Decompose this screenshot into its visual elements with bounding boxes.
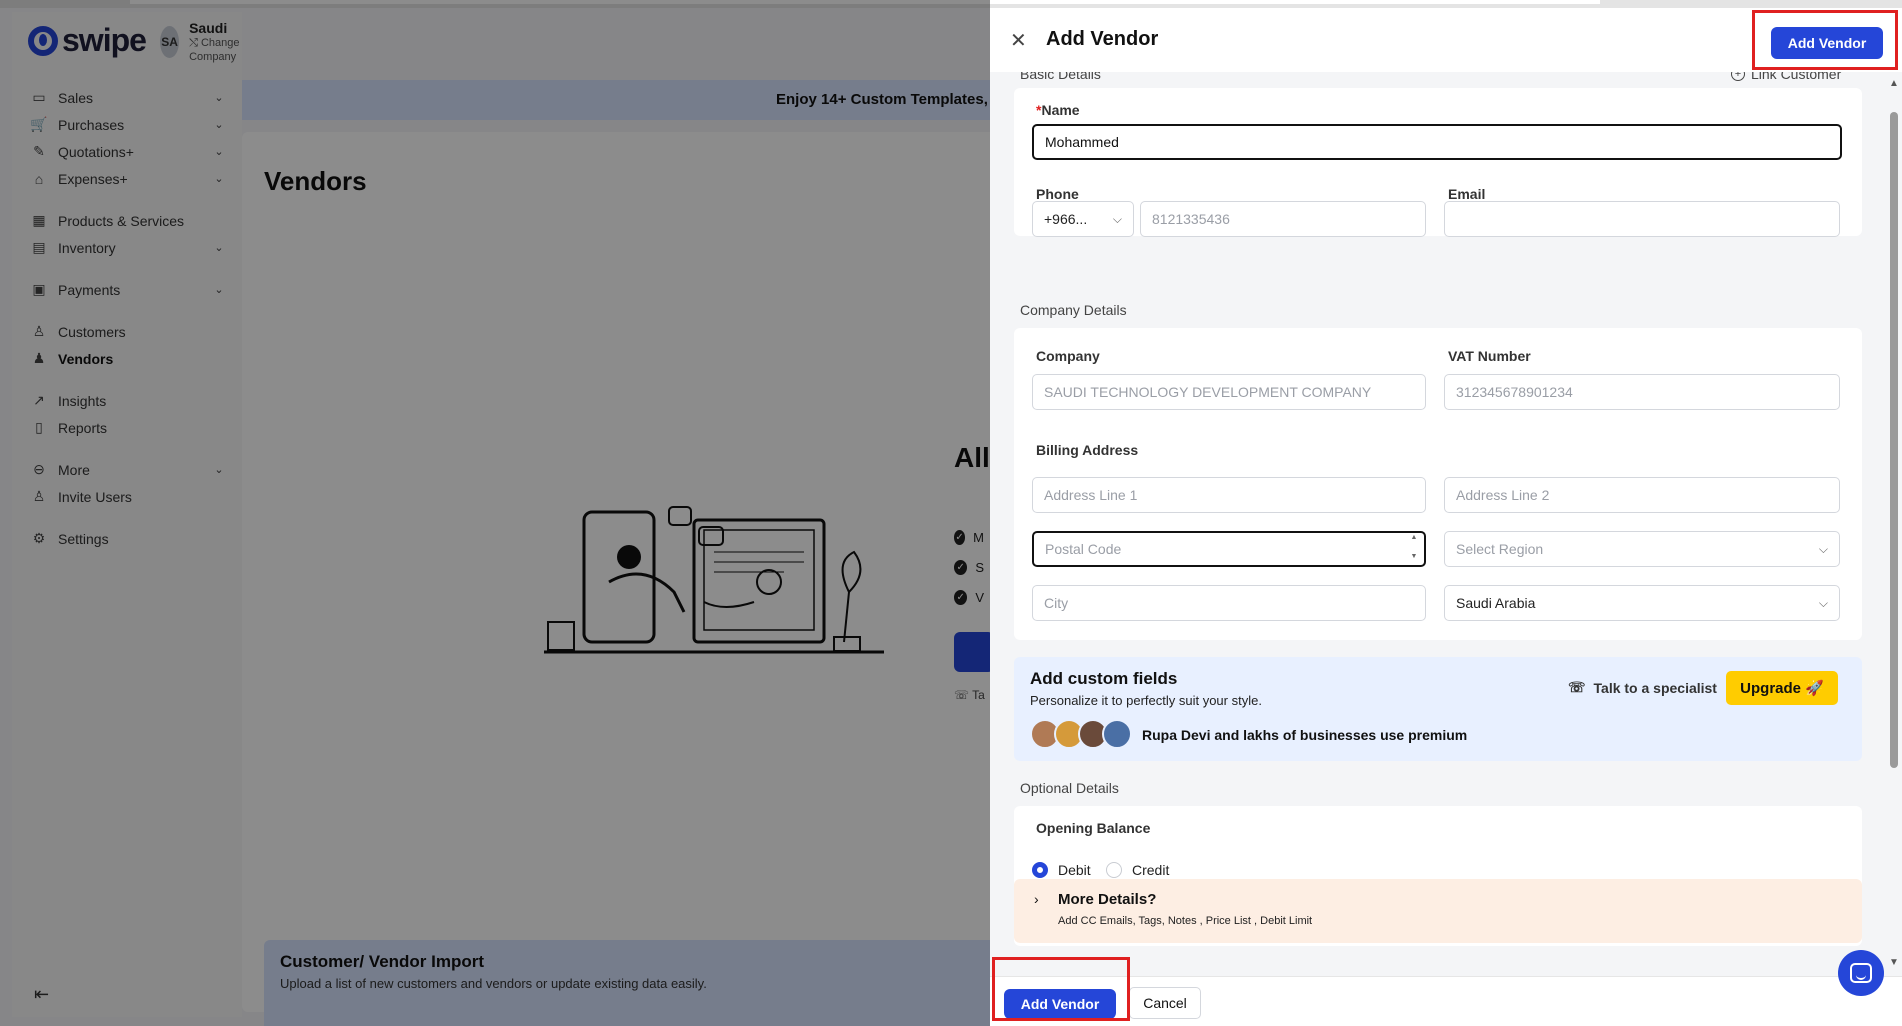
drawer-footer: Add Vendor Cancel xyxy=(990,976,1902,1026)
chat-icon xyxy=(1850,963,1872,983)
stepper-down-icon[interactable]: ▼ xyxy=(1411,553,1418,560)
email-label: Email xyxy=(1448,186,1486,202)
scrollbar-thumb[interactable] xyxy=(1890,112,1898,768)
close-icon[interactable]: ✕ xyxy=(1010,28,1027,53)
more-details-title: More Details? xyxy=(1058,891,1157,908)
scroll-up-icon[interactable]: ▲ xyxy=(1889,78,1899,89)
opening-balance-label: Opening Balance xyxy=(1036,820,1151,836)
phone-input[interactable] xyxy=(1140,201,1426,237)
company-input[interactable] xyxy=(1032,374,1426,410)
more-details-subtitle: Add CC Emails, Tags, Notes , Price List … xyxy=(1058,915,1313,927)
link-customer-button[interactable]: + Link Customer xyxy=(1731,72,1841,82)
address-line-1-input[interactable] xyxy=(1032,477,1426,513)
credit-radio[interactable]: Credit xyxy=(1106,862,1169,878)
company-details-heading: Company Details xyxy=(1020,302,1127,318)
company-label: Company xyxy=(1036,348,1100,364)
vat-label: VAT Number xyxy=(1448,348,1531,364)
user-avatars xyxy=(1030,719,1132,749)
stepper-up-icon[interactable]: ▲ xyxy=(1411,534,1418,541)
chevron-down-icon: ⌵ xyxy=(1818,595,1828,610)
drawer-title: Add Vendor xyxy=(1046,28,1159,50)
region-select[interactable]: Select Region ⌵ xyxy=(1444,531,1840,567)
name-label: *Name xyxy=(1036,102,1080,118)
number-stepper[interactable]: ▲ ▼ xyxy=(1408,534,1420,560)
drawer-scrollbar[interactable]: ▲ ▼ xyxy=(1886,72,1902,976)
modal-overlay[interactable] xyxy=(0,0,990,1026)
cancel-button[interactable]: Cancel xyxy=(1129,987,1201,1019)
debit-radio[interactable]: Debit xyxy=(1032,862,1091,878)
country-code-select[interactable]: +966... ⌵ xyxy=(1032,201,1134,237)
chat-support-button[interactable] xyxy=(1838,950,1884,996)
vat-input[interactable] xyxy=(1444,374,1840,410)
headset-icon: ☏ xyxy=(1568,679,1586,695)
radio-selected-icon xyxy=(1032,862,1048,878)
custom-fields-title: Add custom fields xyxy=(1030,669,1178,688)
chevron-down-icon: ⌵ xyxy=(1818,541,1828,556)
billing-address-label: Billing Address xyxy=(1036,442,1139,458)
name-input[interactable] xyxy=(1032,124,1842,160)
add-vendor-footer-button[interactable]: Add Vendor xyxy=(1004,989,1116,1019)
upgrade-button[interactable]: Upgrade 🚀 xyxy=(1726,671,1838,705)
chevron-down-icon: ⌵ xyxy=(1112,211,1122,226)
chevron-right-icon: › xyxy=(1034,891,1039,907)
address-line-2-input[interactable] xyxy=(1444,477,1840,513)
radio-unselected-icon xyxy=(1106,862,1122,878)
add-vendor-header-button[interactable]: Add Vendor xyxy=(1771,27,1883,59)
country-select[interactable]: Saudi Arabia ⌵ xyxy=(1444,585,1840,621)
add-vendor-drawer: ✕ Add Vendor Add Vendor Basic Details + … xyxy=(990,8,1902,1026)
drawer-form: Basic Details + Link Customer *Name Phon… xyxy=(990,72,1886,976)
phone-label: Phone xyxy=(1036,186,1079,202)
drawer-header: ✕ Add Vendor Add Vendor xyxy=(990,8,1902,72)
postal-code-wrapper: ▲▼ xyxy=(1032,531,1426,567)
scroll-down-icon[interactable]: ▼ xyxy=(1889,957,1899,968)
email-input[interactable] xyxy=(1444,201,1840,237)
optional-details-heading: Optional Details xyxy=(1020,780,1119,796)
postal-code-input[interactable] xyxy=(1032,531,1426,567)
city-input[interactable] xyxy=(1032,585,1426,621)
custom-fields-promo: Add custom fields Personalize it to perf… xyxy=(1014,657,1862,761)
custom-fields-subtitle: Personalize it to perfectly suit your st… xyxy=(1030,693,1262,708)
basic-details-heading: Basic Details xyxy=(1020,72,1101,82)
social-proof-text: Rupa Devi and lakhs of businesses use pr… xyxy=(1142,727,1468,743)
avatar xyxy=(1102,719,1132,749)
plus-circle-icon: + xyxy=(1731,72,1745,81)
talk-to-specialist-link[interactable]: ☏ Talk to a specialist xyxy=(1568,679,1717,696)
more-details-expander[interactable]: › More Details? Add CC Emails, Tags, Not… xyxy=(1014,879,1862,943)
